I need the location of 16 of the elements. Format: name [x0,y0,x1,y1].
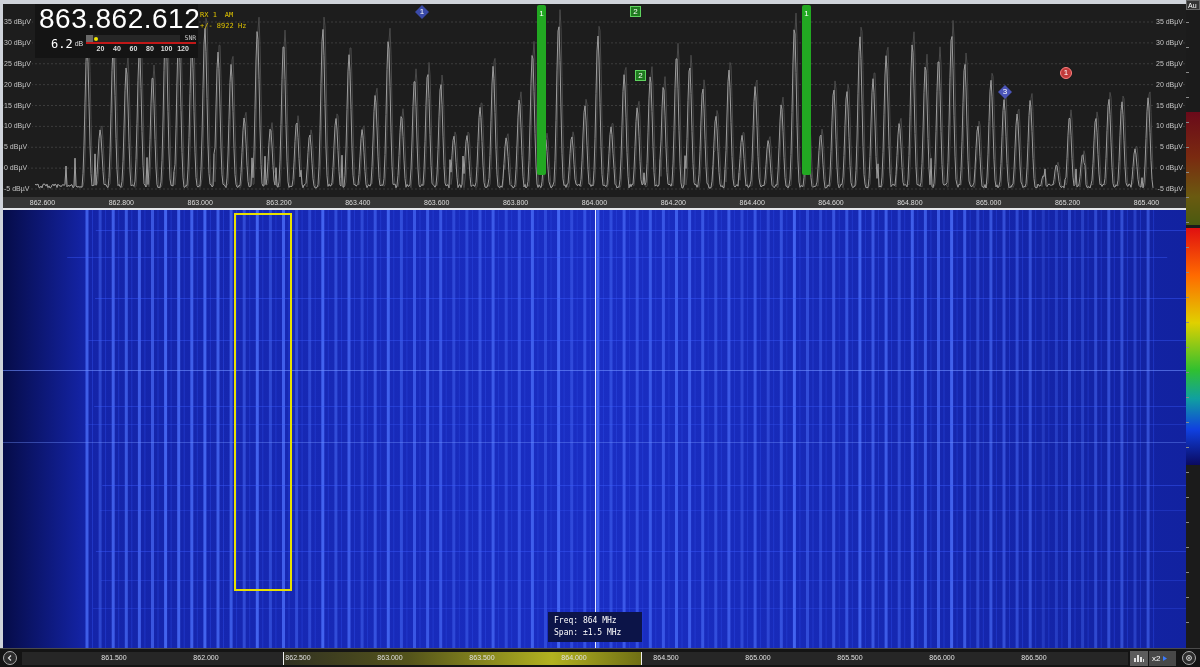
zoom-factor-select[interactable]: x2 [1149,650,1176,666]
chart-button[interactable] [1130,650,1148,666]
zoom-button[interactable] [1182,651,1196,665]
marker-bar[interactable]: 1 [802,5,811,175]
marker-square[interactable]: 2 [630,6,641,17]
chevron-left-icon [7,655,13,661]
marker-square[interactable]: 2 [635,70,646,81]
info-text: Freq: 864 MHz [554,616,618,626]
scroll-left-button[interactable] [3,651,17,665]
frequency-readout: 863.862.612 [39,4,201,34]
info-text: Span: ±1.5 MHz [554,628,623,638]
snr-value: 6.2 [51,37,73,51]
target-icon [1186,655,1192,661]
triangle-icon [1163,655,1168,661]
marker-bar[interactable]: 1 [537,5,546,175]
bar-chart-icon [1134,654,1144,662]
